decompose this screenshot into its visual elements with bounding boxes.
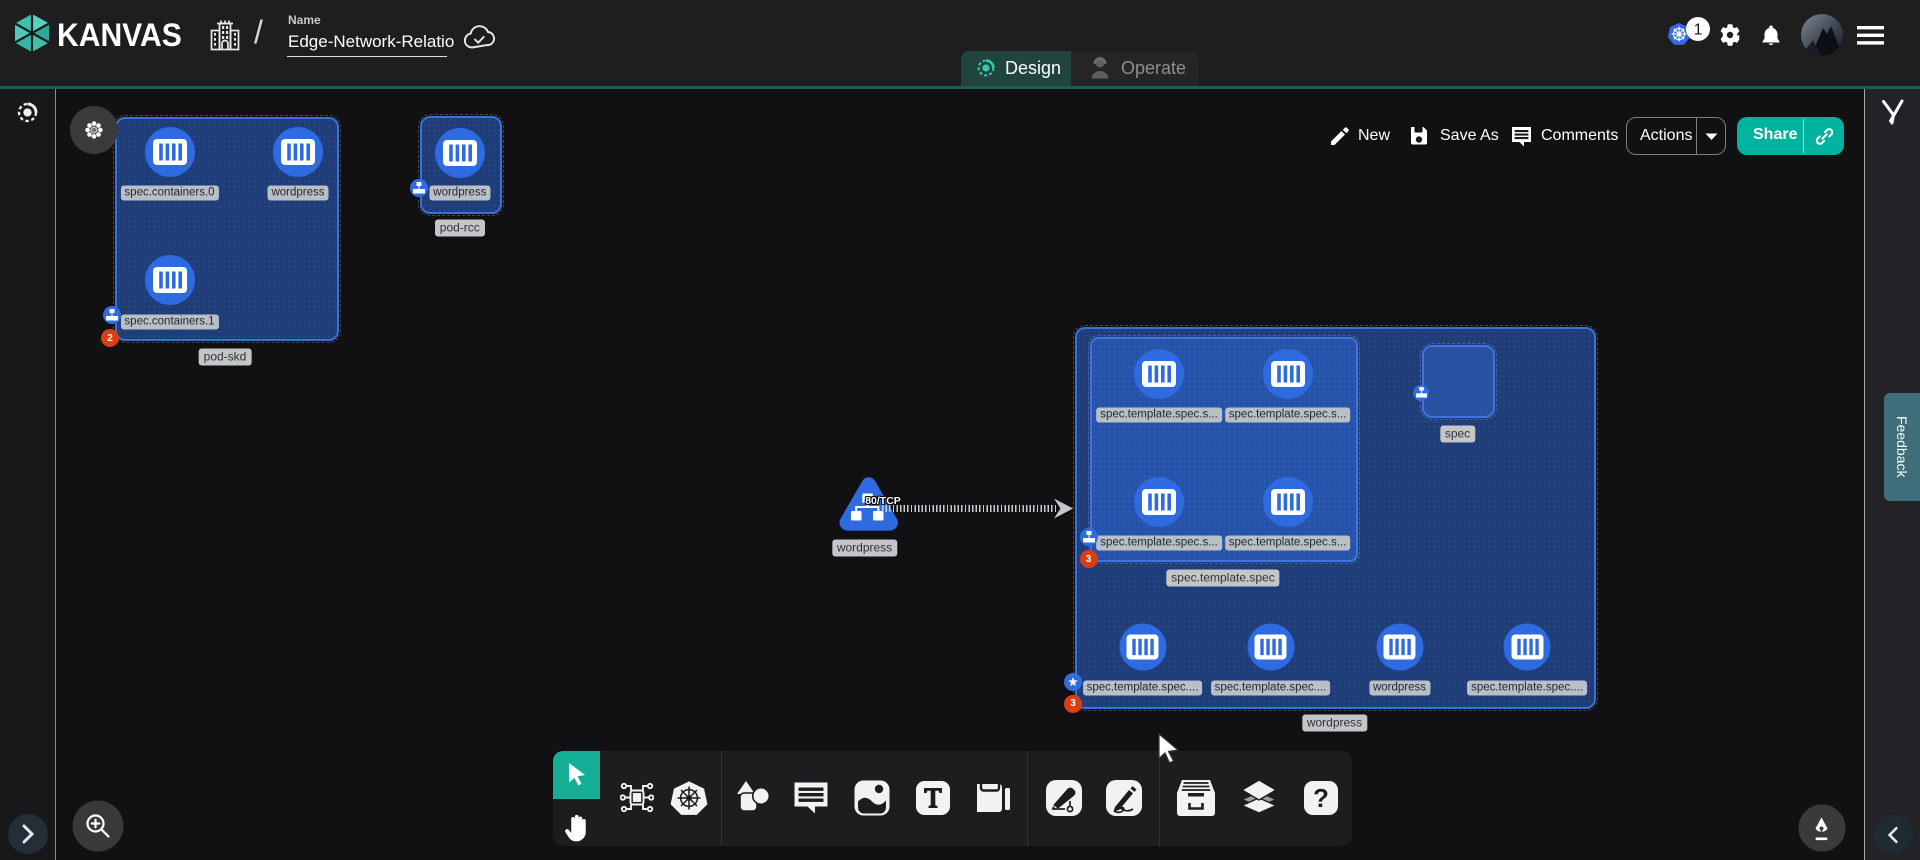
svg-text:1: 1	[1694, 21, 1703, 38]
svg-text:?: ?	[1313, 783, 1329, 813]
